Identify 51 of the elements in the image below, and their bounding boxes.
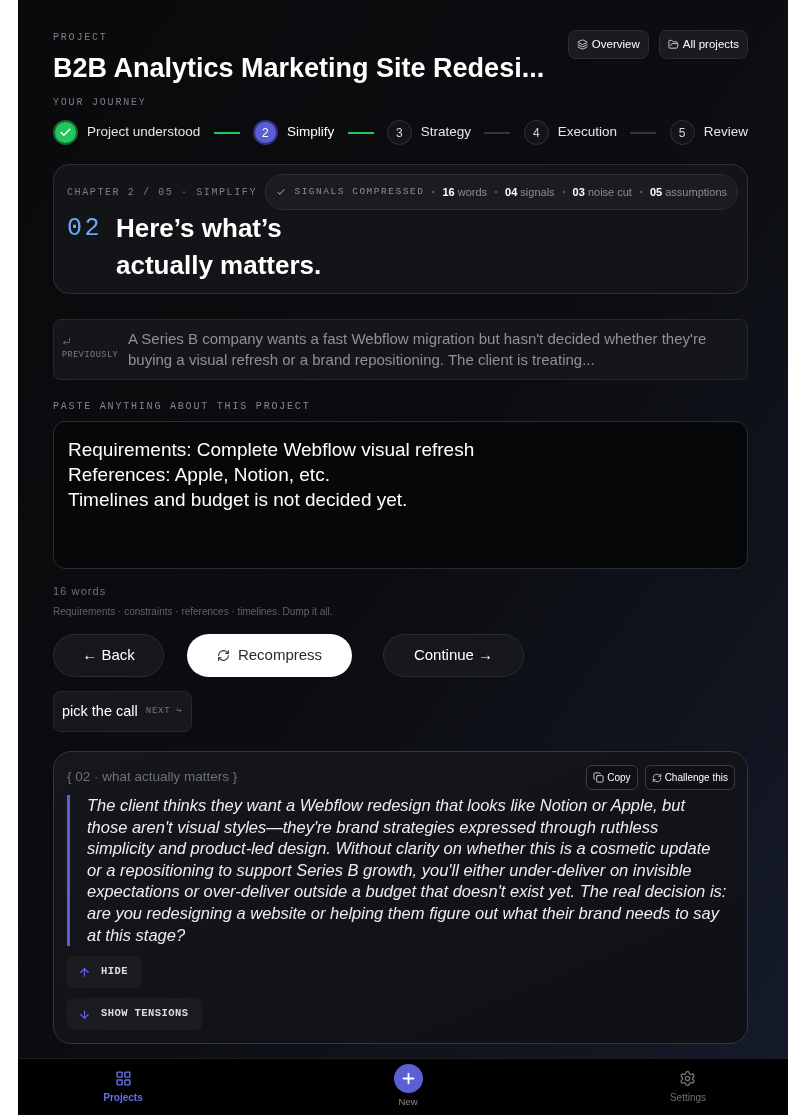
input-label: PASTE ANYTHING ABOUT THIS PROJECT: [53, 401, 312, 413]
step-label[interactable]: Project understood: [87, 122, 201, 143]
nav-tab[interactable]: Settings: [669, 1069, 707, 1105]
step-label[interactable]: Simplify: [286, 122, 335, 143]
next-step-button[interactable]: pick the call NEXT ↪: [53, 691, 192, 732]
project-eyebrow: PROJECT: [53, 32, 109, 44]
layers-icon: [576, 39, 588, 50]
plus-icon: [393, 1064, 423, 1094]
previously-text: A Series B company wants a fast Webflow migration but hasn't decided whether they're buying a visual refresh or a brand repositioning. The client is treating...: [128, 329, 708, 370]
new-button[interactable]: New: [393, 1064, 423, 1110]
show-tensions-button[interactable]: SHOW TENSIONS: [67, 998, 203, 1031]
folder-icon: [667, 39, 679, 50]
challenge-button[interactable]: Challenge this: [644, 765, 735, 790]
signals-label: SIGNALS COMPRESSED: [294, 184, 425, 199]
chapter-heading: Here’s what’s actually matters.: [116, 212, 323, 282]
word-count: 16 words: [53, 584, 107, 598]
step-label[interactable]: Execution: [557, 122, 618, 143]
step-label[interactable]: Strategy: [420, 122, 472, 143]
insight-quote: The client thinks they want a Webflow redesign that looks like Notion or Apple, but those aren't visual styles—they're brand strategies expressed through ruthless simplicity and product-led design. Without clarity on whether this is a cosmetic update or a repositioning to support Series B growth, you'll either under-deliver on invisible expectations or over-deliver outside a budget that doesn't exist yet. The real decision is: are you redesigning a website or helping them figure out what their brand needs to say at this stage?: [67, 795, 735, 947]
journey-label: YOUR JOURNEY: [53, 97, 148, 109]
notes-field[interactable]: Requirements: Complete Webflow visual refresh References: Apple, Notion, etc. Timelines and budget is not decided yet.: [53, 421, 748, 569]
previously-label: PREVIOUSLY: [62, 349, 119, 362]
input-hint: Requirements · constraints · references · timelines. Dump it all.: [53, 605, 333, 618]
check-icon: [276, 187, 287, 197]
recompress-button[interactable]: Recompress: [187, 634, 352, 677]
copy-button[interactable]: Copy: [586, 765, 638, 790]
step-label[interactable]: Review: [703, 122, 748, 143]
chapter-number: 02: [67, 213, 102, 245]
signal-stat: 04 signals: [505, 184, 555, 200]
step-number: 2: [252, 120, 278, 145]
nav-tab[interactable]: Projects: [103, 1069, 143, 1105]
copy-icon: [593, 772, 605, 783]
hide-button[interactable]: HIDE: [67, 956, 142, 989]
project-title: B2B Analytics Marketing Site Redesi...: [53, 52, 545, 85]
step-number: 5: [669, 120, 695, 145]
signal-stat: 05 assumptions: [649, 184, 727, 200]
insight-title: { 02 · what actually matters }: [67, 768, 238, 787]
back-button[interactable]: ← Back: [53, 634, 164, 677]
all-projects-button[interactable]: All projects: [658, 30, 748, 59]
refresh-icon: [651, 772, 662, 783]
step-number: 3: [386, 120, 412, 145]
signal-stat: 03 noise cut: [572, 184, 632, 200]
continue-button[interactable]: Continue →: [383, 634, 524, 677]
overview-button[interactable]: Overview: [567, 30, 649, 59]
signal-stat: 16 words: [442, 184, 488, 200]
chapter-eyebrow: CHAPTER 2 / 05 · SIMPLIFY: [67, 185, 258, 200]
return-arrow-icon: [62, 337, 71, 347]
step-number: 4: [523, 120, 549, 145]
grid-icon: [114, 1069, 132, 1087]
refresh-icon: [216, 649, 230, 662]
settings-icon: [679, 1069, 697, 1087]
